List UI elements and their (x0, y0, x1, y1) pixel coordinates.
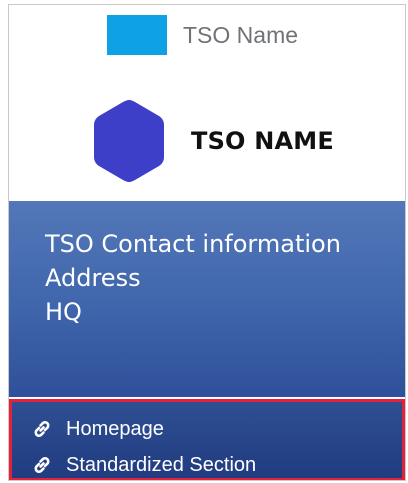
standardized-section-link-label: Standardized Section (66, 453, 257, 476)
links-panel: Homepage Standardized Section (9, 399, 405, 480)
hexagon-logo-icon (94, 100, 164, 182)
contact-address: Address (45, 264, 141, 292)
tso-logo-name: TSO NAME (191, 127, 334, 155)
standardized-section-link[interactable]: Standardized Section (30, 447, 402, 480)
link-icon (34, 457, 50, 473)
header-row: TSO Name (107, 15, 298, 55)
logo-row: TSO NAME (91, 97, 334, 185)
contact-info-title: TSO Contact information (45, 230, 341, 258)
small-logo-square (107, 15, 167, 55)
contact-info-panel: TSO Contact information Address HQ (9, 201, 405, 397)
link-icon (34, 421, 50, 437)
tso-card: TSO Name TSO NAME TSO Contact informatio… (8, 4, 406, 481)
tso-small-name: TSO Name (183, 21, 299, 48)
contact-hq: HQ (45, 298, 82, 326)
homepage-link[interactable]: Homepage (30, 411, 402, 447)
homepage-link-label: Homepage (66, 417, 164, 440)
